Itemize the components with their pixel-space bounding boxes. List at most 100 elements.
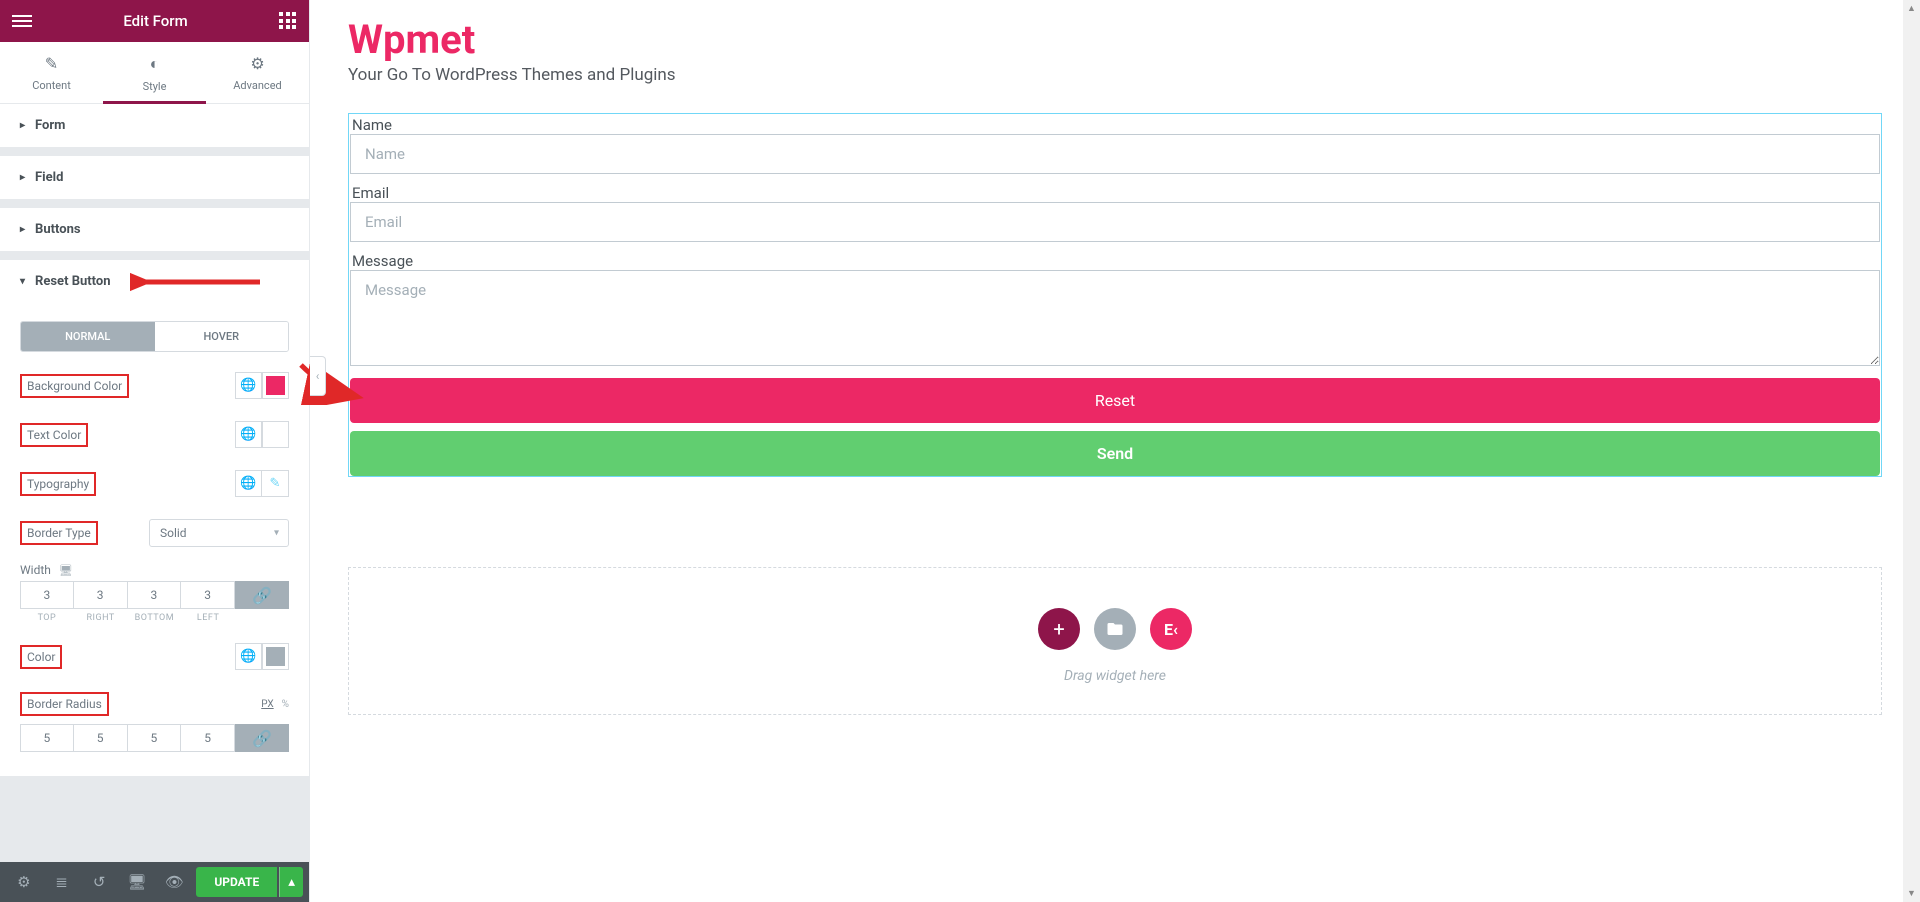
radius-tr-input[interactable] [74, 724, 128, 752]
responsive-icon[interactable]: 🖥 [119, 862, 155, 902]
global-icon[interactable]: 🌐 [235, 421, 262, 448]
width-inputs: 🔗 [20, 581, 289, 609]
global-icon[interactable]: 🌐 [235, 372, 262, 399]
reset-button[interactable]: Reset [350, 378, 1880, 423]
link-values-icon[interactable]: 🔗 [235, 581, 289, 609]
tab-label: Content [32, 79, 71, 92]
browser-scrollbar[interactable]: ▲ ▼ [1903, 0, 1920, 902]
name-label: Name [350, 114, 1880, 134]
accordion-buttons: ▸ Buttons [0, 208, 309, 252]
text-color-label: Text Color [20, 423, 88, 447]
accordion-head-form[interactable]: ▸ Form [0, 104, 309, 147]
border-type-label: Border Type [20, 521, 98, 545]
accordion-label: Buttons [35, 222, 81, 237]
border-radius-label: Border Radius [20, 692, 109, 716]
radius-bl-input[interactable] [181, 724, 235, 752]
scroll-down-icon[interactable]: ▼ [1903, 885, 1920, 902]
control-border-color: Color 🌐 [20, 643, 289, 670]
email-label: Email [350, 182, 1880, 202]
folder-icon[interactable] [1094, 608, 1136, 650]
collapse-sidebar-handle[interactable]: ‹ [310, 356, 326, 396]
segment-normal[interactable]: NORMAL [21, 322, 155, 351]
width-left-input[interactable] [181, 581, 235, 609]
field-email: Email [349, 182, 1881, 250]
caret-right-icon: ▸ [20, 224, 25, 235]
control-bg-color: Background Color 🌐 [20, 372, 289, 399]
dropzone-icons: + E‹ [349, 608, 1881, 650]
bg-color-swatch[interactable] [262, 372, 289, 399]
control-typography: Typography 🌐 ✎ [20, 470, 289, 497]
side-left: LEFT [181, 613, 235, 623]
apps-grid-icon[interactable] [279, 12, 297, 30]
sidebar-footer: ⚙ ≣ ↺ 🖥 👁 UPDATE ▴ [0, 862, 309, 902]
width-label-row: Width 🖥 [20, 563, 289, 577]
accordion-content-reset: NORMAL HOVER Background Color 🌐 Text Col… [0, 321, 309, 776]
width-top-input[interactable] [20, 581, 74, 609]
drop-widget-zone[interactable]: + E‹ Drag widget here [348, 567, 1882, 715]
text-color-controls: 🌐 [235, 421, 289, 448]
caret-down-icon: ▾ [20, 276, 25, 287]
field-name: Name [349, 114, 1881, 182]
settings-icon[interactable]: ⚙ [6, 862, 42, 902]
elementskit-icon[interactable]: E‹ [1150, 608, 1192, 650]
tab-advanced[interactable]: ⚙ Advanced [206, 42, 309, 103]
tab-style[interactable]: ◐ Style [103, 42, 206, 103]
typography-controls: 🌐 ✎ [235, 470, 289, 497]
preview-icon[interactable]: 👁 [157, 862, 193, 902]
dropzone-text: Drag widget here [349, 668, 1881, 684]
send-button[interactable]: Send [350, 431, 1880, 476]
name-input[interactable] [350, 134, 1880, 174]
unit-px[interactable]: PX [261, 699, 273, 710]
accordion-label: Form [35, 118, 65, 133]
tab-label: Style [143, 80, 167, 93]
global-icon[interactable]: 🌐 [235, 470, 262, 497]
email-input[interactable] [350, 202, 1880, 242]
unit-pct[interactable]: % [282, 699, 289, 710]
caret-right-icon: ▸ [20, 120, 25, 131]
global-icon[interactable]: 🌐 [235, 643, 262, 670]
form-widget[interactable]: Name Email Message Reset Send [348, 113, 1882, 477]
width-right-input[interactable] [74, 581, 128, 609]
history-icon[interactable]: ↺ [81, 862, 117, 902]
editor-sidebar: Edit Form ✎ Content ◐ Style ⚙ Advanced ▸… [0, 0, 310, 902]
contrast-icon: ◐ [103, 54, 206, 74]
menu-icon[interactable] [12, 15, 32, 27]
width-bottom-input[interactable] [128, 581, 182, 609]
width-label: Width [20, 563, 51, 577]
border-type-select[interactable]: Solid [149, 519, 289, 547]
accordion-reset-button: ▾ Reset Button NORMAL HOVER Background C… [0, 260, 309, 777]
link-radius-icon[interactable]: 🔗 [235, 724, 289, 752]
radius-tl-input[interactable] [20, 724, 74, 752]
bg-color-controls: 🌐 [235, 372, 289, 399]
add-widget-icon[interactable]: + [1038, 608, 1080, 650]
control-text-color: Text Color 🌐 [20, 421, 289, 448]
navigator-icon[interactable]: ≣ [44, 862, 80, 902]
tab-label: Advanced [233, 79, 281, 92]
scroll-up-icon[interactable]: ▲ [1903, 0, 1920, 17]
message-input[interactable] [350, 270, 1880, 366]
preview-area: Wpmet Your Go To WordPress Themes and Pl… [310, 0, 1920, 902]
update-button[interactable]: UPDATE [196, 867, 277, 897]
desktop-icon[interactable]: 🖥 [59, 564, 73, 577]
accordion-head-buttons[interactable]: ▸ Buttons [0, 208, 309, 251]
message-label: Message [350, 250, 1880, 270]
sidebar-header: Edit Form [0, 0, 309, 42]
border-color-swatch[interactable] [262, 643, 289, 670]
text-color-swatch[interactable] [262, 421, 289, 448]
sidebar-title: Edit Form [32, 12, 279, 30]
border-color-label: Color [20, 645, 62, 669]
accordion-label: Reset Button [35, 274, 111, 289]
segment-hover[interactable]: HOVER [155, 322, 289, 351]
control-border-type: Border Type Solid [20, 519, 289, 547]
border-color-controls: 🌐 [235, 643, 289, 670]
tab-content[interactable]: ✎ Content [0, 42, 103, 103]
radius-br-input[interactable] [128, 724, 182, 752]
edit-typography-icon[interactable]: ✎ [262, 470, 289, 497]
radius-inputs: 🔗 [20, 724, 289, 752]
update-options-button[interactable]: ▴ [279, 867, 303, 897]
accordion-head-reset[interactable]: ▾ Reset Button [0, 260, 309, 303]
accordion-head-field[interactable]: ▸ Field [0, 156, 309, 199]
bg-color-label: Background Color [20, 374, 129, 398]
caret-right-icon: ▸ [20, 172, 25, 183]
accordion-field: ▸ Field [0, 156, 309, 200]
